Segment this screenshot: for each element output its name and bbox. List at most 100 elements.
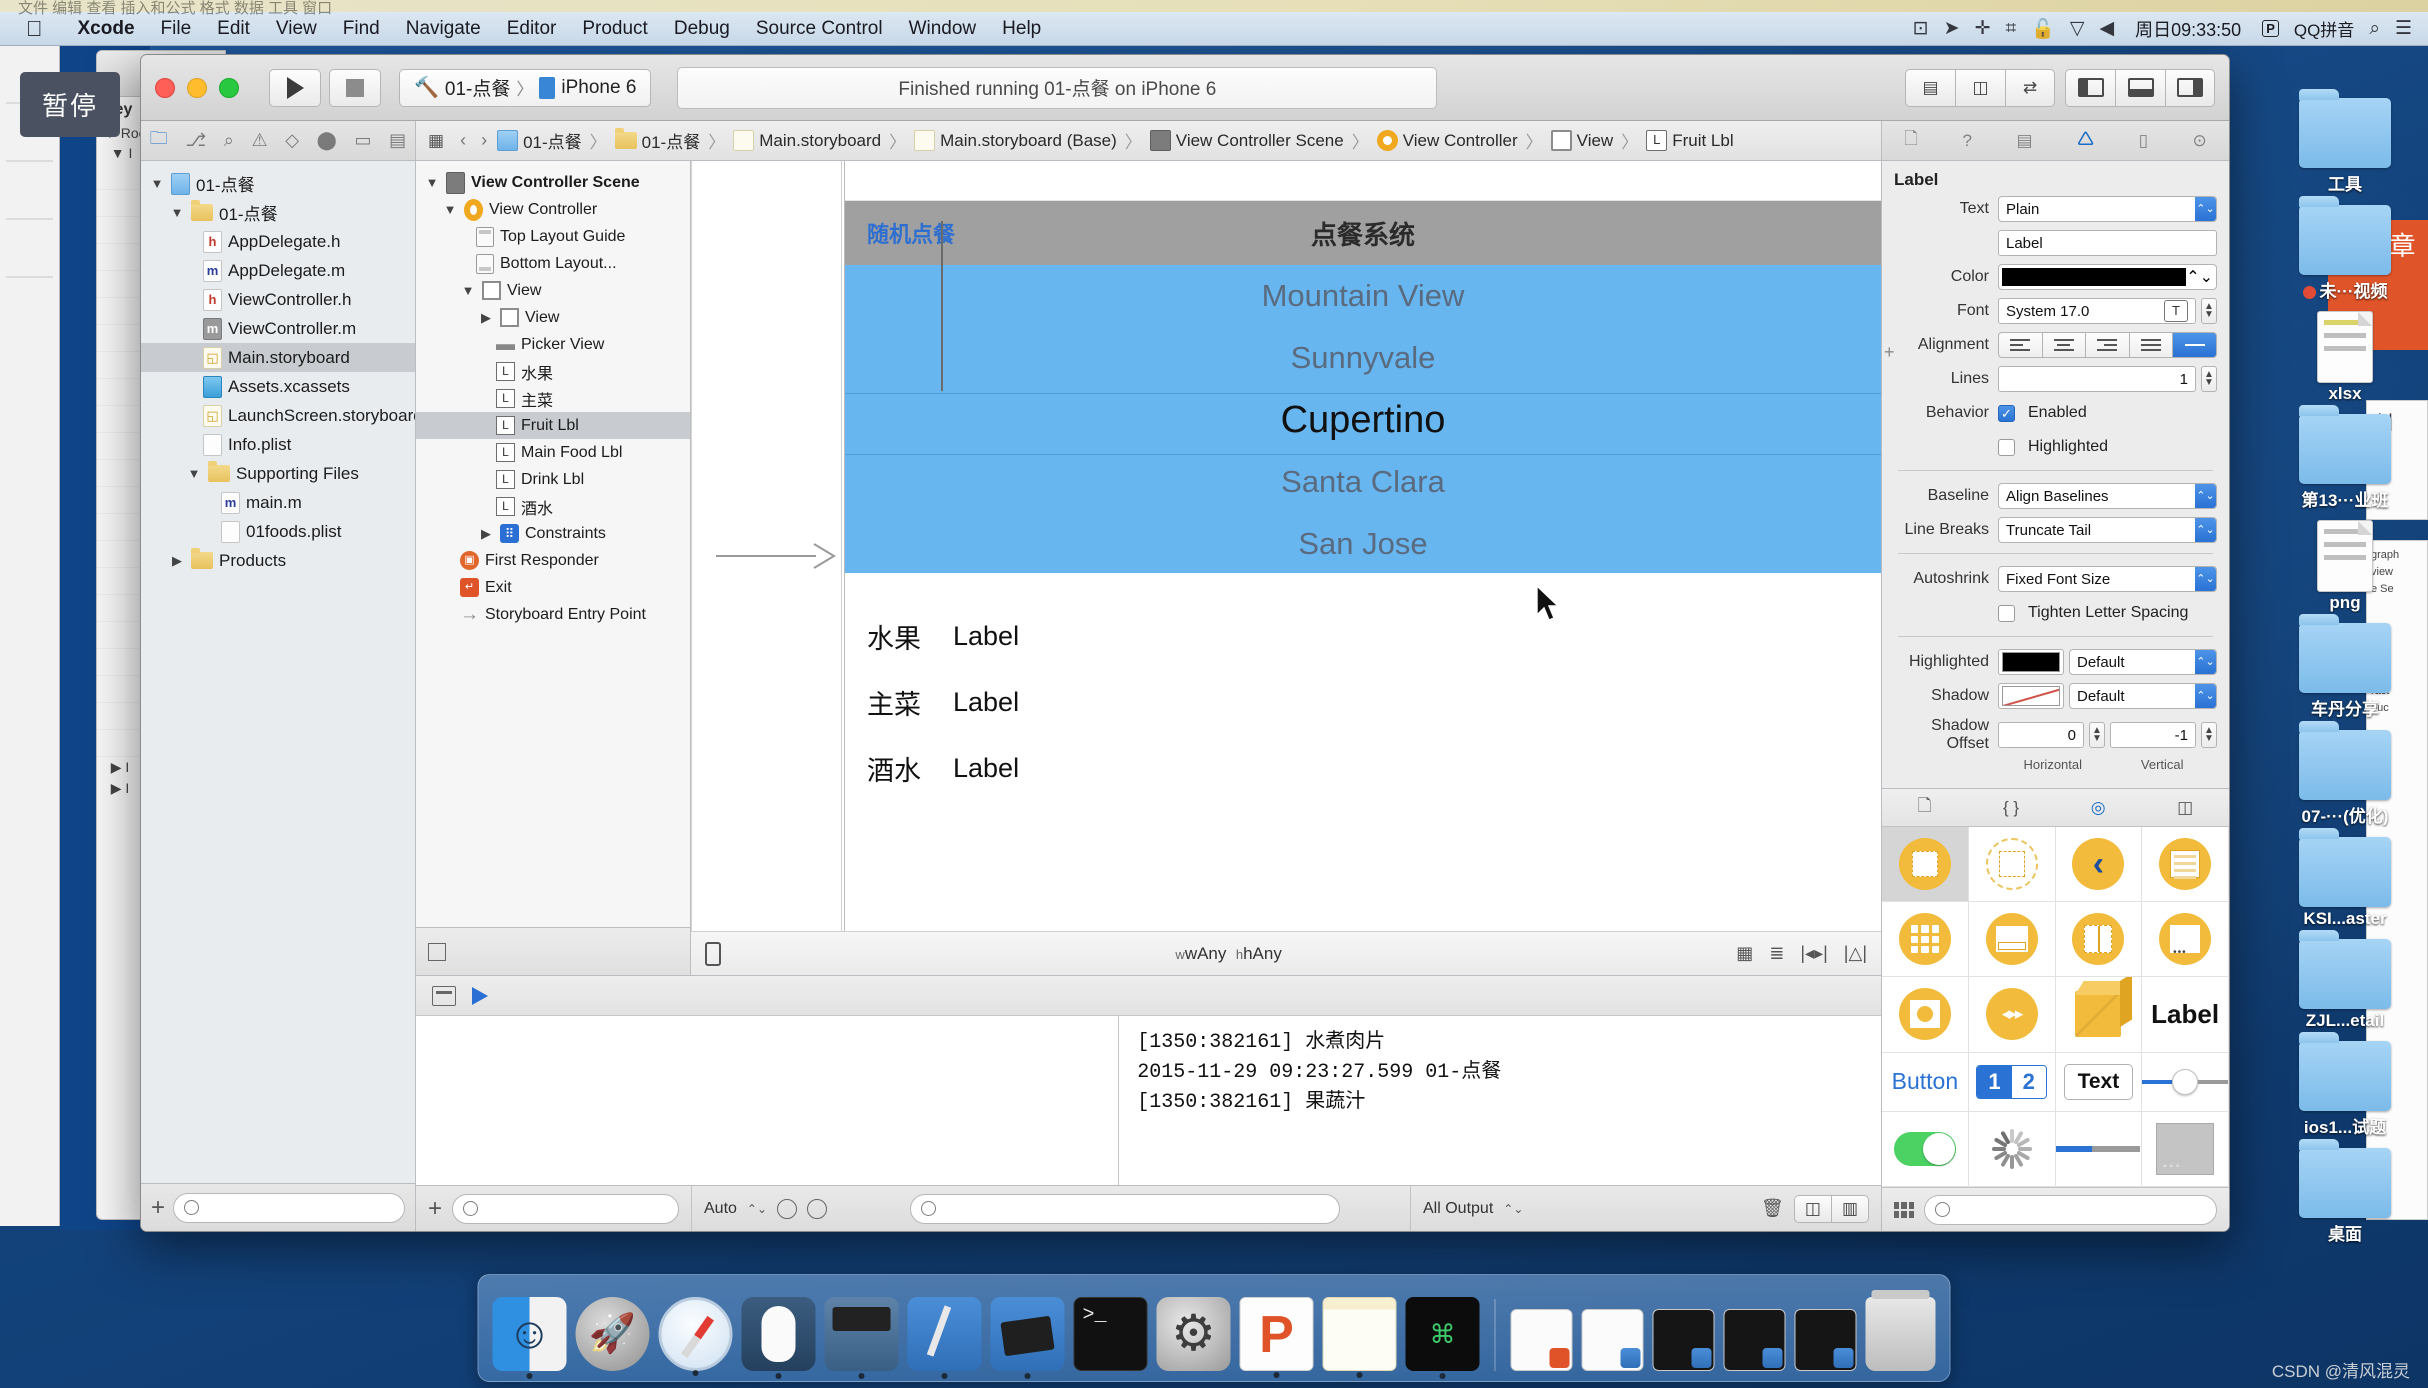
library-item-scroll-view[interactable]	[2142, 902, 2229, 978]
airplay-icon[interactable]: ➤	[1944, 17, 1960, 40]
shadow-offset-vertical-input[interactable]: -1	[2110, 722, 2196, 748]
menu-source-control[interactable]: Source Control	[743, 18, 896, 40]
desktop-icon[interactable]: ZJL...etail	[2270, 930, 2420, 1031]
shadow-offset-horizontal-stepper[interactable]: ▲ ▼	[2089, 722, 2105, 748]
xcode-beta-dock-icon[interactable]	[990, 1297, 1065, 1371]
nav-row-file[interactable]: h AppDelegate.h	[141, 227, 415, 256]
media-library-tab[interactable]: ◫	[2177, 798, 2193, 818]
navigator-filter-input[interactable]	[173, 1192, 405, 1223]
desktop-icon[interactable]: 工具	[2270, 89, 2420, 195]
autoshrink-dropdown[interactable]: Fixed Font Size ⌃⌄	[1998, 566, 2217, 592]
input-method-label[interactable]: QQ拼音	[2294, 16, 2354, 41]
baseline-dropdown[interactable]: Align Baselines ⌃⌄	[1998, 483, 2217, 509]
label-row-drink[interactable]: 酒水 Label	[867, 735, 1881, 801]
input-source-badge[interactable]: P	[2262, 20, 2279, 37]
notes-dock-icon[interactable]	[1322, 1297, 1397, 1371]
add-file-button[interactable]: +	[151, 1194, 165, 1222]
text-type-dropdown[interactable]: Plain ⌃⌄	[1998, 196, 2217, 222]
disclosure-triangle[interactable]: ▼	[460, 283, 476, 298]
library-item-label[interactable]: Label	[2142, 977, 2229, 1053]
outline-row-top-layout-guide[interactable]: Top Layout Guide	[416, 223, 690, 250]
terminal-dock-icon[interactable]	[1073, 1297, 1148, 1371]
identity-inspector-tab[interactable]: ▤	[2016, 131, 2032, 151]
outline-row-first-responder[interactable]: ▣ First Responder	[416, 547, 690, 574]
pdf-reader-dock-icon[interactable]	[1239, 1297, 1314, 1371]
show-console-button[interactable]: ▥	[1830, 1194, 1869, 1223]
library-filter-input[interactable]	[1924, 1194, 2217, 1225]
picker-view[interactable]: Mountain View Sunnyvale Cupertino Santa …	[845, 265, 1881, 573]
library-item-table-view[interactable]	[2142, 827, 2229, 903]
watch-icon[interactable]	[777, 1198, 798, 1219]
pin-icon[interactable]: |◂▸|	[1800, 943, 1827, 964]
breadcrumb-item-group[interactable]: 01-点餐	[642, 128, 701, 153]
align-justified-button[interactable]	[2128, 332, 2173, 358]
desktop-icon[interactable]: png	[2270, 519, 2420, 613]
nav-row-file[interactable]: h ViewController.h	[141, 285, 415, 314]
wifi-icon[interactable]: ▽	[2070, 17, 2085, 40]
zoom-button[interactable]	[219, 77, 239, 98]
code-snippet-library-tab[interactable]: { }	[2003, 798, 2019, 818]
resolve-issues-icon[interactable]: |△|	[1844, 943, 1867, 964]
minimized-window-blank[interactable]	[1581, 1309, 1644, 1371]
font-picker-icon[interactable]: T	[2164, 300, 2188, 322]
test-navigator-tab[interactable]: ◇	[282, 128, 302, 153]
minimized-window-pdf[interactable]	[1510, 1309, 1573, 1371]
outline-row-view[interactable]: ▼ View	[416, 277, 690, 304]
device-preview-icon[interactable]	[705, 941, 721, 966]
outline-row-exit[interactable]: ↵ Exit	[416, 574, 690, 601]
disclosure-triangle[interactable]: ▼	[149, 176, 165, 191]
variables-filter-input[interactable]	[909, 1193, 1340, 1224]
navigation-bar[interactable]: 随机点餐 点餐系统	[845, 201, 1881, 265]
library-item-switch[interactable]	[1882, 1111, 1969, 1187]
align-icon[interactable]: ≣	[1769, 943, 1784, 964]
shadow-offset-horizontal-input[interactable]: 0	[1998, 722, 2084, 748]
disclosure-triangle[interactable]: ▶	[478, 526, 494, 542]
align-left-button[interactable]	[1998, 332, 2042, 358]
stack-icon[interactable]: ▦	[1736, 943, 1753, 964]
console-output[interactable]: [1350:382161] 水煮肉片 2015-11-29 09:23:27.5…	[1119, 1016, 1881, 1185]
desktop-icon[interactable]: KSI...aster	[2270, 828, 2420, 929]
breadcrumb-item-view[interactable]: View	[1577, 131, 1614, 151]
nav-row-file[interactable]: m AppDelegate.m	[141, 256, 415, 285]
nav-row-group[interactable]: ▼ Supporting Files	[141, 459, 415, 488]
assistant-editor-button[interactable]: ◫	[1955, 68, 2005, 107]
menu-file[interactable]: File	[148, 18, 205, 40]
outline-row-view-controller[interactable]: ▼ View Controller	[416, 196, 690, 223]
library-item-slider[interactable]	[2142, 1052, 2229, 1112]
align-right-button[interactable]	[2085, 332, 2129, 358]
breadcrumb-item-scene[interactable]: View Controller Scene	[1176, 131, 1344, 151]
nav-row-group[interactable]: ▼ 01-点餐	[141, 198, 415, 227]
related-items-icon[interactable]: ▦	[428, 131, 444, 151]
finder-dock-icon[interactable]	[492, 1297, 567, 1371]
add-attribute-icon[interactable]: +	[1884, 342, 1895, 363]
disclosure-triangle[interactable]: ▼	[424, 175, 440, 190]
enabled-checkbox[interactable]	[1998, 404, 2015, 422]
outline-row-constraints[interactable]: ▶ Constraints	[416, 520, 690, 547]
desktop-icon[interactable]: 第13···业班	[2270, 405, 2420, 511]
desktop-icon[interactable]: xlsx	[2270, 310, 2420, 404]
nav-row-file[interactable]: m main.m	[141, 488, 415, 517]
picker-row-selected[interactable]: Cupertino	[845, 389, 1881, 451]
line-breaks-dropdown[interactable]: Truncate Tail ⌃⌄	[1998, 517, 2217, 543]
lock-icon[interactable]: 🔓	[2031, 17, 2055, 41]
storyboard-canvas[interactable]: 随机点餐 点餐系统 Mountain View Sunnyvale Cupert…	[691, 161, 1881, 931]
navigator-filter-input-bottom[interactable]	[452, 1193, 679, 1224]
library-item-banner-view[interactable]	[1968, 902, 2056, 978]
safari-dock-icon[interactable]	[658, 1297, 733, 1371]
file-inspector-tab[interactable]: 🗋	[1904, 126, 1918, 155]
desktop-icon[interactable]: ios1...试题	[2270, 1032, 2420, 1138]
breadcrumb-item-view-controller[interactable]: View Controller	[1403, 131, 1518, 151]
disclosure-triangle[interactable]: ▼	[169, 205, 185, 220]
menu-navigate[interactable]: Navigate	[393, 18, 494, 40]
outline-row-entry-point[interactable]: → Storyboard Entry Point	[416, 601, 690, 628]
view-controller-preview[interactable]: 随机点餐 点餐系统 Mountain View Sunnyvale Cupert…	[844, 161, 1881, 931]
minimize-button[interactable]	[187, 77, 207, 98]
minimized-window-dark-1[interactable]	[1652, 1309, 1715, 1371]
label-main-food-title[interactable]: 主菜	[867, 683, 953, 722]
library-item-player-view[interactable]: ◂▸▸	[1968, 977, 2056, 1053]
label-text-input[interactable]: Label	[1998, 230, 2217, 256]
volume-icon[interactable]: ◀	[2099, 17, 2114, 40]
library-view-toggle-icon[interactable]	[1894, 1201, 1914, 1218]
xcode-dock-icon[interactable]	[907, 1297, 982, 1371]
variables-view[interactable]	[416, 1016, 1120, 1185]
